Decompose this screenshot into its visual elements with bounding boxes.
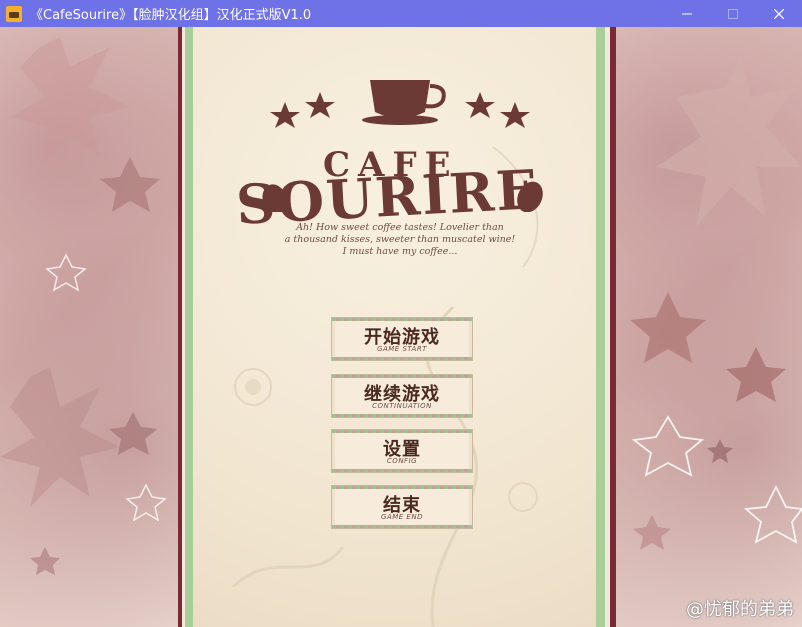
close-icon xyxy=(774,8,784,19)
star-decoration xyxy=(0,37,167,575)
minimize-button[interactable] xyxy=(664,0,710,27)
button-stripe xyxy=(332,486,472,489)
button-stripe xyxy=(332,375,472,378)
close-button[interactable] xyxy=(756,0,802,27)
minimize-icon xyxy=(682,13,692,14)
button-stripe xyxy=(332,357,472,360)
button-stripe xyxy=(332,430,472,433)
button-stripe xyxy=(332,525,472,528)
logo-tagline: Ah! How sweet coffee tastes! Lovelier th… xyxy=(270,222,530,258)
game-start-button[interactable]: 开始游戏 GAME START xyxy=(331,317,473,361)
button-stripe xyxy=(332,469,472,472)
window-controls xyxy=(664,0,802,27)
button-stripe xyxy=(332,414,472,417)
tagline-line: I must have my coffee... xyxy=(342,246,458,257)
maximize-icon xyxy=(728,8,738,19)
config-button[interactable]: 设置 CONFIG xyxy=(331,429,473,473)
button-stripe xyxy=(332,318,472,321)
star-decoration xyxy=(630,57,802,550)
tagline-line: Ah! How sweet coffee tastes! Lovelier th… xyxy=(296,222,504,233)
coffee-cup-icon xyxy=(362,80,446,125)
button-sublabel: CONFIG xyxy=(386,457,418,465)
watermark-text: @忧郁的弟弟 xyxy=(686,599,794,620)
window-title: 《CafeSourire》【脸肿汉化组】汉化正式版V1.0 xyxy=(30,8,312,23)
left-star-panel xyxy=(0,27,180,627)
title-bar: 《CafeSourire》【脸肿汉化组】汉化正式版V1.0 xyxy=(0,0,802,27)
right-star-panel xyxy=(616,27,802,627)
app-icon xyxy=(6,5,22,22)
button-sublabel: CONTINUATION xyxy=(372,402,432,410)
green-stripe-right xyxy=(596,27,605,627)
button-sublabel: GAME START xyxy=(377,345,427,353)
tagline-line: a thousand kisses, sweeter than muscatel… xyxy=(284,234,516,245)
game-end-button[interactable]: 结束 GAME END xyxy=(331,485,473,529)
game-screen[interactable]: CAFE SOURIRE Ah! How sweet coffee tastes… xyxy=(0,27,802,627)
maximize-button[interactable] xyxy=(710,0,756,27)
button-sublabel: GAME END xyxy=(381,513,423,521)
green-stripe-left xyxy=(185,27,193,627)
continue-button[interactable]: 继续游戏 CONTINUATION xyxy=(331,374,473,418)
